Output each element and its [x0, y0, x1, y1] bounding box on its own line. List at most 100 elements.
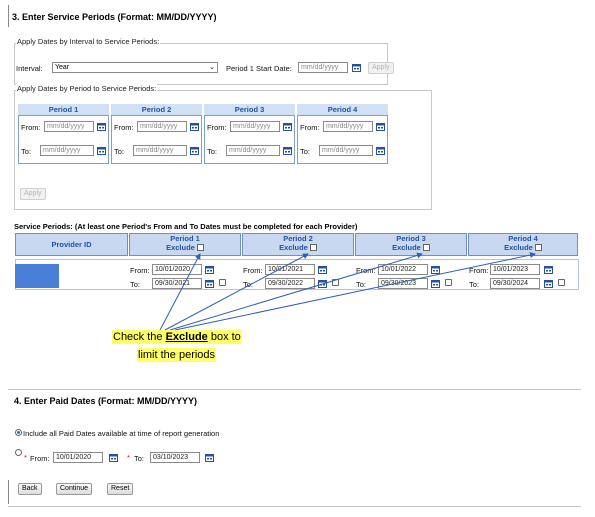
sp-period-4-to-input[interactable]: 09/30/2024 [490, 278, 540, 289]
sp-header-period-2-title: Period 2 [283, 234, 313, 243]
period-box-4-from-input[interactable]: mm/dd/yyyy [323, 121, 373, 132]
sp-period-3-to-label: To: [356, 280, 367, 289]
row-exclude-checkbox-2[interactable] [332, 279, 339, 286]
sp-period-2-from-input[interactable]: 10/01/2021 [265, 264, 315, 275]
calendar-icon[interactable] [205, 279, 214, 288]
period1-start-label: Period 1 Start Date: [226, 64, 292, 73]
sp-period-4-from-input[interactable]: 10/01/2023 [490, 264, 540, 275]
calendar-icon[interactable] [376, 146, 385, 155]
interval-label: Interval: [16, 64, 43, 73]
period-box-4-from-label: From: [300, 123, 320, 132]
sp-period-1-from-input[interactable]: 10/01/2020 [152, 264, 202, 275]
period1-start-input[interactable]: mm/dd/yyyy [298, 62, 348, 73]
callout-line-1: Check the Exclude box to [112, 330, 242, 344]
sp-period-1-to-input[interactable]: 09/30/2021 [152, 278, 202, 289]
period-box-2-from-label: From: [114, 123, 134, 132]
callout-emphasis: Exclude [165, 331, 208, 343]
calendar-icon[interactable] [190, 146, 199, 155]
row-exclude-checkbox-1[interactable] [219, 279, 226, 286]
interval-select[interactable]: Year ⌄ [52, 62, 218, 73]
calendar-icon[interactable] [352, 63, 361, 72]
paid-to-label: To: [134, 454, 145, 463]
paid-to-input[interactable]: 03/10/2023 [150, 452, 200, 463]
period-box-4-title: Period 4 [297, 104, 388, 116]
paid-dates-all-radio[interactable] [15, 429, 22, 436]
period-box-1-to-label: To: [21, 147, 32, 156]
section4-title: 4. Enter Paid Dates (Format: MM/DD/YYYY) [14, 396, 198, 406]
exclude-checkbox-3[interactable] [422, 244, 430, 251]
sp-period-4-to-label: To: [469, 280, 480, 289]
period-box-4-to-input[interactable]: mm/dd/yyyy [319, 145, 373, 156]
reset-button[interactable]: Reset [107, 483, 134, 495]
period-box-3-from-input[interactable]: mm/dd/yyyy [230, 121, 280, 132]
sp-header-period-1-exclude-label: Exclude [166, 243, 195, 252]
period-box-1-to-input[interactable]: mm/dd/yyyy [40, 145, 94, 156]
buttons-left-rule [8, 480, 9, 504]
sp-header-period-4-exclude-label: Exclude [504, 243, 533, 252]
row-exclude-checkbox-4[interactable] [558, 279, 565, 286]
bottom-rule [8, 506, 581, 507]
period-box-4-to-label: To: [300, 147, 311, 156]
paid-dates-range-radio[interactable] [15, 449, 22, 456]
provider-id-header: Provider ID [15, 233, 128, 256]
exclude-checkbox-1[interactable] [196, 244, 204, 251]
calendar-icon[interactable] [283, 146, 292, 155]
service-periods-caption: Service Periods: (At least one Period's … [14, 222, 358, 231]
sp-period-2-to-input[interactable]: 09/30/2022 [265, 278, 315, 289]
calendar-icon[interactable] [431, 265, 440, 274]
calendar-icon[interactable] [376, 122, 385, 131]
section3-title: 3. Enter Service Periods (Format: MM/DD/… [12, 12, 217, 22]
sp-header-period-3-title: Period 3 [396, 234, 426, 243]
sp-period-2-to-label: To: [243, 280, 254, 289]
sp-header-period-4: Period 4 Exclude [468, 233, 578, 256]
period-apply-button[interactable]: Apply [20, 188, 46, 200]
period-box-3-to-input[interactable]: mm/dd/yyyy [226, 145, 280, 156]
calendar-icon[interactable] [190, 122, 199, 131]
calendar-icon[interactable] [544, 279, 553, 288]
back-button[interactable]: Back [18, 483, 42, 495]
period-box-3-title: Period 3 [204, 104, 295, 116]
sp-period-3-from-input[interactable]: 10/01/2022 [378, 264, 428, 275]
calendar-icon[interactable] [544, 265, 553, 274]
period-box-2-to-input[interactable]: mm/dd/yyyy [133, 145, 187, 156]
continue-button[interactable]: Continue [56, 483, 93, 495]
sp-period-1-from-label: From: [130, 266, 150, 275]
period-box-2-from-input[interactable]: mm/dd/yyyy [137, 121, 187, 132]
callout-line-2: limit the periods [137, 348, 217, 362]
interval-fieldset-legend: Apply Dates by Interval to Service Perio… [16, 37, 161, 46]
calendar-icon[interactable] [318, 265, 327, 274]
row-exclude-checkbox-3[interactable] [445, 279, 452, 286]
sp-header-period-3: Period 3 Exclude [355, 233, 467, 256]
sp-header-period-2-exclude-label: Exclude [279, 243, 308, 252]
calendar-icon[interactable] [205, 265, 214, 274]
interval-apply-button[interactable]: Apply [368, 62, 394, 74]
calendar-icon[interactable] [283, 122, 292, 131]
callout-prefix: Check the [113, 331, 166, 343]
period-box-1-title: Period 1 [18, 104, 109, 116]
calendar-icon[interactable] [318, 279, 327, 288]
calendar-icon[interactable] [97, 146, 106, 155]
calendar-icon[interactable] [109, 453, 118, 462]
paid-dates-all-label: Include all Paid Dates available at time… [23, 429, 220, 438]
exclude-checkbox-2[interactable] [309, 244, 317, 251]
sp-period-3-to-input[interactable]: 09/30/2023 [378, 278, 428, 289]
period-fieldset-legend: Apply Dates by Period to Service Periods… [16, 84, 158, 93]
paid-from-required: * [24, 453, 27, 462]
interval-select-value: Year [55, 64, 70, 71]
exclude-checkbox-4[interactable] [534, 244, 542, 251]
section4-top-rule [8, 389, 581, 390]
calendar-icon[interactable] [431, 279, 440, 288]
calendar-icon[interactable] [205, 453, 214, 462]
sp-period-1-to-label: To: [130, 280, 141, 289]
sp-period-3-from-label: From: [356, 266, 376, 275]
paid-to-required: * [127, 453, 130, 462]
period-box-3-from-label: From: [207, 123, 227, 132]
chevron-down-icon: ⌄ [209, 64, 215, 71]
calendar-icon[interactable] [97, 122, 106, 131]
provider-id-header-label: Provider ID [51, 240, 92, 249]
sp-period-2-from-label: From: [243, 266, 263, 275]
period-box-2-to-label: To: [114, 147, 125, 156]
sp-period-4-from-label: From: [469, 266, 489, 275]
period-box-1-from-input[interactable]: mm/dd/yyyy [44, 121, 94, 132]
paid-from-input[interactable]: 10/01/2020 [53, 452, 103, 463]
